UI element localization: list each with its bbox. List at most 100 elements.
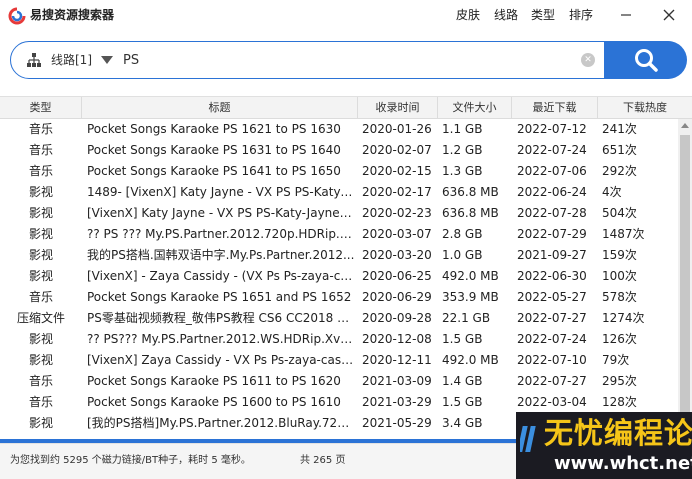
app-title: 易搜资源搜索器 — [30, 8, 115, 22]
vertical-scrollbar[interactable] — [678, 119, 692, 442]
cell-heat: 578次 — [602, 290, 637, 304]
cell-type: 影视 — [28, 416, 53, 430]
cell-added: 2020-06-25 — [362, 269, 432, 283]
column-header-title[interactable]: 标题 — [82, 97, 358, 119]
table-row[interactable]: 音乐 Pocket Songs Karaoke PS 1631 to PS 164… — [0, 140, 678, 161]
column-header-type[interactable]: 类型 — [0, 97, 82, 119]
minimize-button[interactable] — [614, 4, 638, 26]
cell-size: 1.3 GB — [442, 164, 483, 178]
cell-title: Pocket Songs Karaoke PS 1611 to PS 1620 — [87, 374, 341, 388]
cell-title: Pocket Songs Karaoke PS 1631 to PS 1640 — [87, 143, 341, 157]
column-header-added[interactable]: 收录时间 — [358, 97, 438, 119]
cell-size: 492.0 MB — [442, 269, 499, 283]
watermark: 无忧编程论坛 www.whct.net — [516, 412, 692, 479]
table-header: 类型 标题 收录时间 文件大小 最近下载 下载热度 — [0, 96, 692, 119]
scroll-thumb[interactable] — [680, 135, 690, 435]
cell-heat: 651次 — [602, 143, 637, 157]
cell-size: 353.9 MB — [442, 290, 499, 304]
cell-type: 音乐 — [28, 395, 53, 409]
cell-title: Pocket Songs Karaoke PS 1651 and PS 1652 — [87, 290, 352, 304]
route-selector-label[interactable]: 线路[1] — [51, 52, 92, 68]
magnifier-icon — [634, 49, 658, 72]
cell-heat: 126次 — [602, 332, 637, 346]
cell-last-download: 2021-09-27 — [517, 248, 587, 262]
cell-heat: 100次 — [602, 269, 637, 283]
cell-added: 2020-02-17 — [362, 185, 432, 199]
cell-type: 影视 — [28, 353, 53, 367]
table-row[interactable]: 影视 ?? PS??? My.PS.Partner.2012.WS.HDRip.X… — [0, 329, 678, 350]
cell-heat: 4次 — [602, 185, 622, 199]
cell-added: 2021-05-29 — [362, 416, 432, 430]
cell-last-download: 2022-06-24 — [517, 185, 587, 199]
table-row[interactable]: 音乐 Pocket Songs Karaoke PS 1611 to PS 162… — [0, 371, 678, 392]
cell-size: 2.8 GB — [442, 227, 483, 241]
cell-size: 1.5 GB — [442, 332, 483, 346]
table-row[interactable]: 影视 [VixenX] Katy Jayne - VX PS PS-Katy-Ja… — [0, 203, 678, 224]
scroll-up-icon[interactable] — [681, 123, 689, 128]
cell-type: 音乐 — [28, 374, 53, 388]
cell-type: 音乐 — [28, 143, 53, 157]
cell-added: 2020-12-11 — [362, 353, 432, 367]
cell-size: 1.5 GB — [442, 395, 483, 409]
table-row[interactable]: 影视 1489- [VixenX] Katy Jayne - VX PS PS-K… — [0, 182, 678, 203]
cell-title: 1489- [VixenX] Katy Jayne - VX PS PS-Kat… — [87, 185, 355, 199]
cell-title: Pocket Songs Karaoke PS 1621 to PS 1630 — [87, 122, 341, 136]
cell-heat: 128次 — [602, 395, 637, 409]
menu-type[interactable]: 类型 — [531, 7, 555, 23]
cell-type: 影视 — [28, 185, 53, 199]
cell-type: 音乐 — [28, 164, 53, 178]
cell-heat: 159次 — [602, 248, 637, 262]
table-row[interactable]: 影视 ?? PS ??? My.PS.Partner.2012.720p.HDRi… — [0, 224, 678, 245]
menu-skin[interactable]: 皮肤 — [456, 7, 480, 23]
table-row[interactable]: 音乐 Pocket Songs Karaoke PS 1621 to PS 163… — [0, 119, 678, 140]
cell-heat: 292次 — [602, 164, 637, 178]
table-row[interactable]: 音乐 Pocket Songs Karaoke PS 1600 to PS 161… — [0, 392, 678, 413]
watermark-url: www.whct.net — [554, 453, 692, 474]
column-header-size[interactable]: 文件大小 — [438, 97, 512, 119]
cell-size: 492.0 MB — [442, 353, 499, 367]
cell-last-download: 2022-07-10 — [517, 353, 587, 367]
cell-added: 2021-03-09 — [362, 374, 432, 388]
column-header-last-download[interactable]: 最近下载 — [512, 97, 598, 119]
table-row[interactable]: 影视 [VixenX] - Zaya Cassidy - (VX Ps Ps-za… — [0, 266, 678, 287]
table-row[interactable]: 影视 [VixenX] Zaya Cassidy - VX Ps Ps-zaya-… — [0, 350, 678, 371]
cell-added: 2021-03-29 — [362, 395, 432, 409]
table-row[interactable]: 音乐 Pocket Songs Karaoke PS 1641 to PS 165… — [0, 161, 678, 182]
watermark-logo-icon — [520, 426, 536, 452]
table-row[interactable]: 音乐 Pocket Songs Karaoke PS 1651 and PS 16… — [0, 287, 678, 308]
cell-size: 22.1 GB — [442, 311, 491, 325]
status-text: 为您找到约 5295 个磁力链接/BT种子，耗时 5 毫秒。 — [10, 455, 251, 466]
cell-heat: 504次 — [602, 206, 637, 220]
cell-heat: 1487次 — [602, 227, 645, 241]
cell-type: 影视 — [28, 332, 53, 346]
cell-size: 1.4 GB — [442, 374, 483, 388]
cell-added: 2020-03-07 — [362, 227, 432, 241]
cell-size: 1.1 GB — [442, 122, 483, 136]
cell-last-download: 2022-07-29 — [517, 227, 587, 241]
table-row[interactable]: 压缩文件 PS零基础视频教程_敬伟PS教程 CS6 CC2018 p... 2020… — [0, 308, 678, 329]
menu-route[interactable]: 线路 — [494, 7, 518, 23]
search-input[interactable] — [123, 50, 563, 70]
column-header-heat[interactable]: 下载热度 — [598, 97, 692, 119]
cell-type: 音乐 — [28, 290, 53, 304]
cell-last-download: 2022-07-06 — [517, 164, 587, 178]
cell-size: 1.2 GB — [442, 143, 483, 157]
cell-size: 636.8 MB — [442, 206, 499, 220]
cell-title: ?? PS ??? My.PS.Partner.2012.720p.HDRip.… — [87, 227, 355, 241]
cell-type: 影视 — [28, 206, 53, 220]
cell-last-download: 2022-07-28 — [517, 206, 587, 220]
minimize-icon — [621, 14, 631, 16]
caret-down-icon[interactable] — [101, 56, 113, 64]
close-button[interactable] — [657, 4, 681, 26]
clear-x-icon[interactable]: ✕ — [581, 53, 595, 67]
cell-title: 我的PS搭档.国韩双语中字.My.Ps.Partner.2012... — [87, 248, 355, 262]
cell-last-download: 2022-06-30 — [517, 269, 587, 283]
table-row[interactable]: 影视 我的PS搭档.国韩双语中字.My.Ps.Partner.2012... 202… — [0, 245, 678, 266]
cell-type: 影视 — [28, 269, 53, 283]
menu-sort[interactable]: 排序 — [569, 7, 593, 23]
cell-heat: 79次 — [602, 353, 630, 367]
cell-title: Pocket Songs Karaoke PS 1641 to PS 1650 — [87, 164, 341, 178]
search-button[interactable] — [604, 41, 687, 79]
network-tree-icon[interactable] — [26, 52, 42, 68]
cell-added: 2020-02-07 — [362, 143, 432, 157]
